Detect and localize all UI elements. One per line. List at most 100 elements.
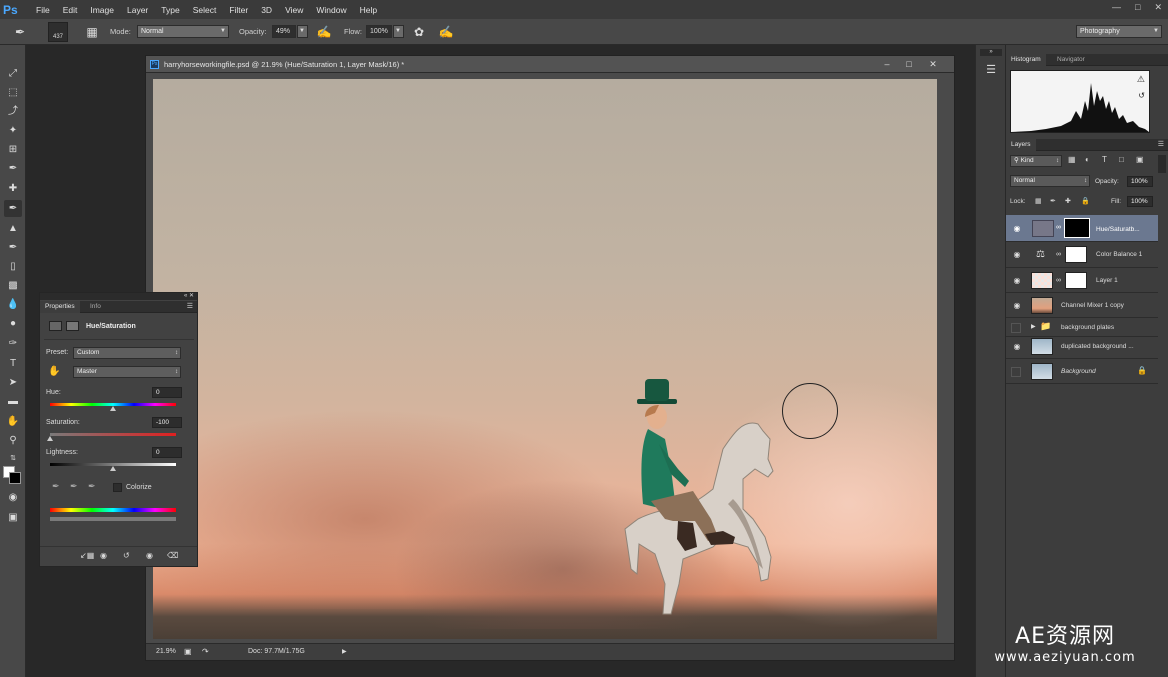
menu-type[interactable]: Type	[161, 5, 179, 15]
maximize-icon[interactable]: □	[1135, 2, 1140, 13]
visibility-off-box[interactable]	[1011, 323, 1021, 333]
filter-adjustment-icon[interactable]: ◐	[1085, 155, 1090, 164]
shape-tool-icon[interactable]: ▬	[4, 393, 22, 410]
lasso-tool-icon[interactable]: ⤴	[4, 103, 22, 120]
tab-properties[interactable]: Properties	[40, 301, 80, 313]
share-icon[interactable]: ↷	[202, 644, 209, 660]
layer-mask-thumbnail[interactable]	[1065, 272, 1087, 289]
chevron-right-icon[interactable]: ▶	[1031, 323, 1036, 330]
dock-expand-icon[interactable]: »	[980, 49, 1002, 56]
layer-channel-mixer-copy[interactable]: ◉ Channel Mixer 1 copy	[1006, 294, 1158, 318]
clip-to-layer-icon[interactable]: ↙▦	[80, 551, 94, 560]
trash-icon[interactable]: ⌫	[167, 551, 178, 560]
tab-layers[interactable]: Layers	[1006, 139, 1036, 151]
swap-colors-icon[interactable]: ⇅	[4, 450, 22, 467]
link-icon[interactable]: ∞	[1056, 251, 1061, 258]
layer-layer-1[interactable]: ◉ ∞ Layer 1	[1006, 269, 1158, 293]
hand-tool-icon[interactable]: ✋	[4, 413, 22, 430]
filter-pixel-icon[interactable]: ▦	[1068, 155, 1076, 164]
path-select-tool-icon[interactable]: ➤	[4, 374, 22, 391]
brush-tool-icon[interactable]: ✒	[12, 24, 28, 40]
zoom-tool-icon[interactable]: ⚲	[4, 432, 22, 449]
panel-menu-icon[interactable]: ☰	[187, 302, 193, 310]
tab-histogram[interactable]: Histogram	[1006, 54, 1046, 66]
layer-duplicated-background[interactable]: ◉ duplicated background ...	[1006, 335, 1158, 359]
brush-preset-picker[interactable]: 437	[48, 22, 68, 42]
pressure-opacity-icon[interactable]: ✍	[316, 24, 332, 40]
pressure-size-icon[interactable]: ✍	[438, 24, 454, 40]
eyedropper-minus-icon[interactable]: ✒	[88, 481, 96, 492]
eyedropper-tool-icon[interactable]: ✒	[4, 160, 22, 177]
flow-dropdown[interactable]: ▼	[393, 25, 404, 38]
menu-select[interactable]: Select	[193, 5, 217, 15]
hue-input[interactable]: 0	[152, 387, 182, 398]
saturation-input[interactable]: -100	[152, 417, 182, 428]
layer-color-balance[interactable]: ◉ ⚖ ∞ Color Balance 1	[1006, 243, 1158, 268]
refresh-icon[interactable]: ↺	[1138, 91, 1145, 100]
image-canvas[interactable]	[153, 79, 937, 639]
colorize-checkbox[interactable]	[113, 483, 122, 492]
eyedropper-icon[interactable]: ✒	[52, 481, 60, 492]
lightness-input[interactable]: 0	[152, 447, 182, 458]
menu-help[interactable]: Help	[360, 5, 377, 15]
menu-edit[interactable]: Edit	[63, 5, 78, 15]
doc-close-button[interactable]: ✕	[922, 58, 944, 71]
stamp-tool-icon[interactable]: ▲	[4, 220, 22, 237]
eyedropper-plus-icon[interactable]: ✒	[70, 481, 78, 492]
move-tool-icon[interactable]: ⤢	[4, 65, 22, 82]
quick-select-tool-icon[interactable]: ✦	[4, 122, 22, 139]
healing-tool-icon[interactable]: ✚	[4, 180, 22, 197]
blend-mode-select[interactable]: Normal ↕	[1010, 175, 1090, 187]
lock-position-icon[interactable]: ✚	[1065, 197, 1071, 205]
eye-icon[interactable]: ◉	[1011, 250, 1023, 260]
tab-navigator[interactable]: Navigator	[1052, 54, 1090, 66]
history-brush-tool-icon[interactable]: ✒	[4, 239, 22, 256]
layers-menu-icon[interactable]: ☰	[1158, 140, 1164, 148]
menu-image[interactable]: Image	[90, 5, 114, 15]
zoom-level[interactable]: 21.9%	[156, 644, 176, 660]
mask-icon[interactable]	[66, 321, 79, 331]
view-icon[interactable]: ▣	[184, 644, 192, 660]
warning-icon[interactable]: ⚠	[1137, 74, 1145, 85]
fill-input[interactable]: 100%	[1127, 196, 1153, 207]
filter-shape-icon[interactable]: □	[1119, 155, 1124, 164]
document-tab[interactable]: Ps harryhorseworkingfile.psd @ 21.9% (Hu…	[146, 56, 954, 73]
type-tool-icon[interactable]: T	[4, 355, 22, 372]
properties-dock-icon[interactable]: ☰	[981, 61, 1001, 79]
layer-background[interactable]: Background 🔒	[1006, 360, 1158, 384]
lightness-slider-thumb[interactable]	[110, 466, 116, 471]
lock-all-icon[interactable]: 🔒	[1081, 197, 1090, 205]
quick-mask-icon[interactable]: ◉	[4, 489, 22, 506]
minimize-icon[interactable]: —	[1112, 2, 1121, 13]
screen-mode-icon[interactable]: ▣	[4, 509, 22, 526]
tab-info[interactable]: Info	[85, 301, 106, 313]
visibility-icon[interactable]: ◉	[146, 551, 153, 560]
layer-mask-thumbnail[interactable]	[1064, 218, 1090, 238]
layers-scrollbar[interactable]	[1158, 155, 1166, 173]
close-icon[interactable]: ✕	[1154, 2, 1162, 13]
menu-layer[interactable]: Layer	[127, 5, 148, 15]
brush-panel-icon[interactable]: ▦	[84, 24, 100, 40]
opacity-dropdown[interactable]: ▼	[297, 25, 308, 38]
eye-icon[interactable]: ◉	[1011, 276, 1023, 286]
eye-icon[interactable]: ◉	[1011, 301, 1023, 311]
reset-icon[interactable]: ↺	[123, 551, 130, 560]
flow-input[interactable]: 100%	[366, 25, 392, 38]
gradient-tool-icon[interactable]: ▩	[4, 277, 22, 294]
pen-tool-icon[interactable]: ✑	[4, 335, 22, 352]
lock-transparency-icon[interactable]: ▦	[1035, 197, 1042, 205]
crop-tool-icon[interactable]: ⊞	[4, 141, 22, 158]
marquee-tool-icon[interactable]: ⬚	[4, 84, 22, 101]
layer-opacity-input[interactable]: 100%	[1127, 176, 1153, 187]
doc-minimize-button[interactable]: –	[876, 58, 898, 71]
brush-tool-icon[interactable]: ✒	[4, 200, 22, 217]
preset-select[interactable]: Custom ↕	[73, 347, 181, 359]
menu-view[interactable]: View	[285, 5, 303, 15]
lock-pixels-icon[interactable]: ✒	[1050, 197, 1056, 205]
workspace-select[interactable]: Photography ▼	[1076, 25, 1162, 38]
link-icon[interactable]: ∞	[1056, 224, 1061, 231]
opacity-input[interactable]: 49%	[272, 25, 296, 38]
layer-mask-thumbnail[interactable]	[1065, 246, 1087, 263]
view-previous-icon[interactable]: ◉	[100, 551, 107, 560]
dodge-tool-icon[interactable]: ●	[4, 315, 22, 332]
